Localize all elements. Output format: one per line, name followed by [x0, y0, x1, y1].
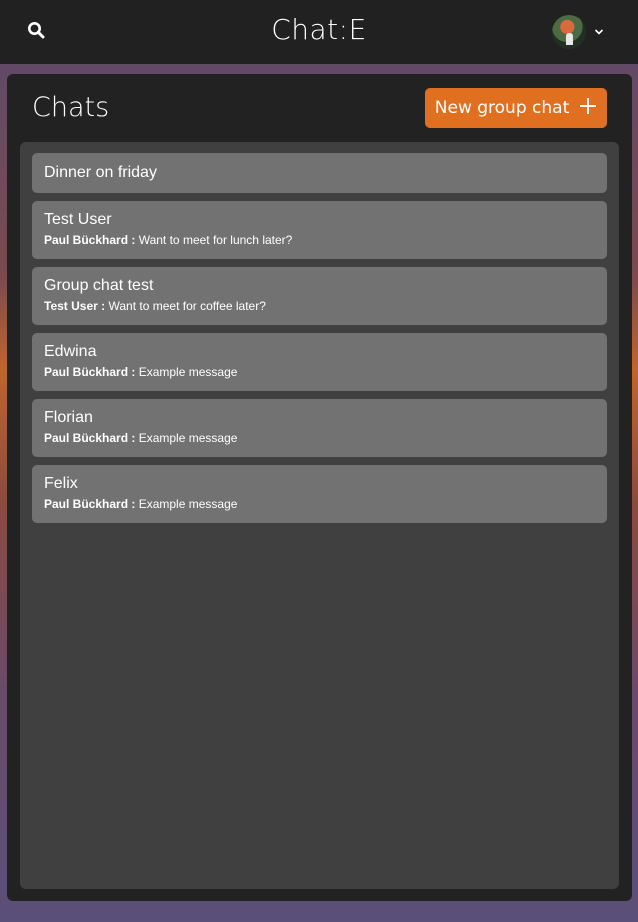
profile-menu[interactable]	[552, 14, 604, 50]
chat-preview-sender: Paul Bückhard :	[44, 233, 136, 247]
new-group-chat-button[interactable]: New group chat	[425, 88, 607, 128]
chat-item-test-user[interactable]: Test User Paul Bückhard : Want to meet f…	[32, 201, 607, 259]
chat-item-dinner-on-friday[interactable]: Dinner on friday	[32, 153, 607, 193]
chat-preview-sender: Paul Bückhard :	[44, 431, 136, 445]
top-bar: Chat:E	[0, 0, 638, 64]
chat-item-group-chat-test[interactable]: Group chat test Test User : Want to meet…	[32, 267, 607, 325]
chat-preview-message: Example message	[138, 497, 238, 511]
chat-preview-sender: Test User :	[44, 299, 106, 313]
chat-preview-message: Example message	[138, 431, 238, 445]
chat-name: Group chat test	[44, 277, 154, 294]
plus-icon	[579, 97, 597, 120]
chat-preview: Paul Bückhard : Example message	[44, 430, 595, 446]
chat-preview: Paul Bückhard : Example message	[44, 364, 595, 380]
chat-preview-message: Want to meet for lunch later?	[138, 233, 293, 247]
chat-preview: Paul Bückhard : Example message	[44, 496, 595, 512]
chat-preview-message: Want to meet for coffee later?	[108, 299, 266, 313]
chevron-down-icon	[594, 23, 604, 41]
chat-item-felix[interactable]: Felix Paul Bückhard : Example message	[32, 465, 607, 523]
avatar	[552, 15, 586, 49]
chat-preview-sender: Paul Bückhard :	[44, 497, 136, 511]
app-title: Chat:E	[271, 13, 367, 46]
chats-panel: Chats New group chat Dinner on friday Te…	[7, 74, 632, 901]
page-title: Chats	[32, 92, 110, 123]
chat-name: Test User	[44, 211, 112, 228]
chat-list-area[interactable]: Dinner on friday Test User Paul Bückhard…	[20, 142, 619, 889]
chat-preview-message: Example message	[138, 365, 238, 379]
chat-list: Dinner on friday Test User Paul Bückhard…	[32, 153, 607, 531]
chat-preview: Test User : Want to meet for coffee late…	[44, 298, 595, 314]
new-group-chat-label: New group chat	[434, 98, 570, 118]
chat-preview: Paul Bückhard : Want to meet for lunch l…	[44, 232, 595, 248]
chat-name: Dinner on friday	[44, 164, 157, 181]
chat-item-edwina[interactable]: Edwina Paul Bückhard : Example message	[32, 333, 607, 391]
chat-name: Florian	[44, 409, 93, 426]
chat-name: Felix	[44, 475, 78, 492]
chat-item-florian[interactable]: Florian Paul Bückhard : Example message	[32, 399, 607, 457]
chat-preview-sender: Paul Bückhard :	[44, 365, 136, 379]
chat-name: Edwina	[44, 343, 97, 360]
